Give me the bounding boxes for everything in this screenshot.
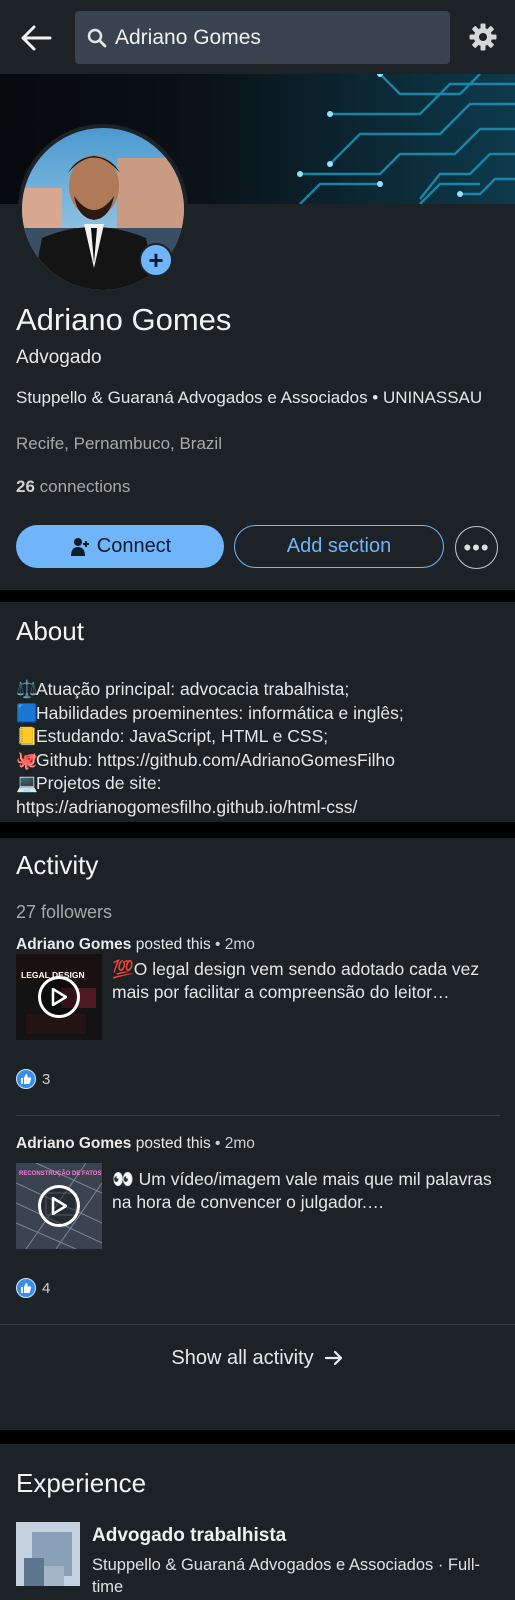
play-icon [51,1197,67,1215]
about-line: ⚖️Atuação principal: advocacia trabalhis… [16,678,506,702]
arrow-left-icon [21,25,52,51]
blue-square-icon: 🟦 [16,702,38,723]
experience-job-title[interactable]: Advogado trabalhista [92,1525,286,1547]
profile-card: + Adriano Gomes Advogado Stuppello & Gua… [0,74,515,590]
connections-link[interactable]: 26 connections [16,477,130,497]
followers-count: 27 followers [16,902,113,922]
about-line: 📒Estudando: JavaScript, HTML e CSS; [16,725,506,749]
about-line: 💻Projetos de site: [16,772,506,796]
post-time: 2mo [224,1135,255,1152]
experience-company: Stuppello & Guaraná Advogados e Associad… [92,1556,480,1596]
notebook-icon: 📒 [16,726,38,746]
about-line: 🐙Github: https://github.com/AdrianoGomes… [16,749,506,773]
connections-label: connections [39,477,131,496]
top-bar: Adriano Gomes [0,0,515,74]
reaction-count: 3 [42,1070,51,1088]
post-meta: Adriano Gomes posted this • 2mo [16,1135,255,1152]
about-title: About [16,616,84,646]
profile-company-line[interactable]: Stuppello & Guaraná Advogados e Associad… [16,386,496,409]
profile-name: Adriano Gomes [16,302,232,337]
post-time: 2mo [224,936,255,953]
post-divider [16,1115,500,1116]
add-photo-button[interactable]: + [139,243,173,277]
settings-button[interactable] [466,20,500,54]
post-reactions[interactable]: 3 [16,1069,50,1089]
activity-card: Activity 27 followers Adriano Gomes post… [0,838,515,1430]
experience-card: Experience Advogado trabalhista Stuppell… [0,1444,515,1600]
post-text[interactable]: 💯O legal design vem sendo adotado cada v… [112,958,502,1004]
about-text: ⚖️Atuação principal: advocacia trabalhis… [16,678,506,819]
connect-label: Connect [96,535,172,557]
search-input[interactable]: Adriano Gomes [75,11,450,64]
post-reactions[interactable]: 4 [16,1278,50,1298]
post-action: posted this [135,1135,211,1152]
company-logo[interactable] [16,1522,80,1586]
octopus-icon: 🐙 [16,749,38,770]
add-section-label: Add section [286,535,392,557]
post-author[interactable]: Adriano Gomes [16,1135,131,1152]
profile-headline: Advogado [16,347,102,368]
thumb-label: RECONSTRUÇÃO DE FATOS [19,1170,101,1177]
connections-count: 26 [16,477,35,496]
add-section-button[interactable]: Add section [234,525,444,568]
back-button[interactable] [18,20,54,56]
company-logo-placeholder [16,1522,80,1586]
about-card: About ⚖️Atuação principal: advocacia tra… [0,602,515,822]
arrow-right-icon [324,1350,342,1366]
play-icon [51,988,67,1006]
add-person-icon [70,537,89,556]
post-author[interactable]: Adriano Gomes [16,936,131,953]
profile-location: Recife, Pernambuco, Brazil [16,434,222,453]
show-all-activity-button[interactable]: Show all activity [0,1328,515,1388]
plus-icon: + [148,245,164,275]
connect-button[interactable]: Connect [16,525,224,568]
search-query: Adriano Gomes [115,25,261,49]
laptop-icon: 💻 [16,773,38,793]
post-thumbnail[interactable]: LEGAL DESIGN [16,954,102,1040]
show-all-label: Show all activity [171,1346,314,1369]
like-icon [16,1069,36,1089]
post-text[interactable]: 👀 Um vídeo/imagem vale mais que mil pala… [112,1168,502,1214]
post-thumbnail[interactable]: RECONSTRUÇÃO DE FATOS [16,1163,102,1249]
more-options-button[interactable]: ••• [455,526,498,569]
about-line: 🟦Habilidades proeminentes: informática e… [16,702,506,726]
activity-title: Activity [16,850,99,880]
post-meta: Adriano Gomes posted this • 2mo [16,936,255,953]
experience-title: Experience [16,1468,147,1498]
post-action: posted this [135,936,211,953]
gear-icon [469,23,497,51]
play-button[interactable] [38,976,80,1018]
more-icon: ••• [463,534,490,560]
like-icon [16,1278,36,1298]
search-icon [87,28,107,47]
play-button[interactable] [38,1185,80,1227]
about-line: https://adrianogomesfilho.github.io/html… [16,796,358,817]
reaction-count: 4 [42,1279,51,1297]
scales-icon: ⚖️ [16,679,38,699]
show-all-divider [0,1324,515,1325]
